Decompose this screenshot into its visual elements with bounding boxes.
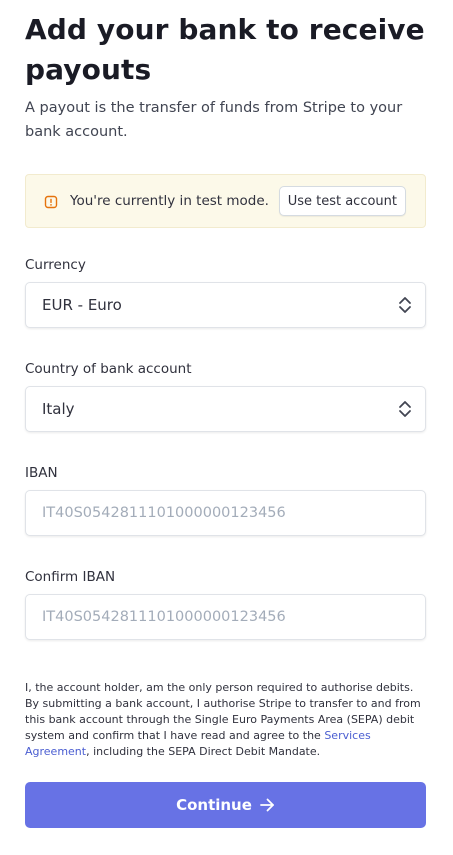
currency-select[interactable]: EUR - Euro xyxy=(25,282,426,328)
payout-bank-form: Add your bank to receive payouts A payou… xyxy=(25,0,426,828)
currency-value: EUR - Euro xyxy=(42,296,122,314)
page-subtitle: A payout is the transfer of funds from S… xyxy=(25,100,403,140)
country-select[interactable]: Italy xyxy=(25,386,426,432)
page-title: Add your bank to receive payouts xyxy=(25,13,425,86)
confirm-iban-input[interactable] xyxy=(42,609,402,625)
legal-text-after: , including the SEPA Direct Debit Mandat… xyxy=(86,745,321,758)
chevron-up-down-icon xyxy=(398,400,412,418)
sepa-mandate-text: I, the account holder, am the only perso… xyxy=(25,680,426,760)
iban-field-wrapper xyxy=(25,490,426,536)
warning-icon xyxy=(44,194,58,209)
currency-label: Currency xyxy=(25,257,86,273)
continue-label: Continue xyxy=(176,796,252,814)
test-mode-text: You're currently in test mode. xyxy=(70,193,269,209)
confirm-iban-label: Confirm IBAN xyxy=(25,569,116,585)
chevron-up-down-icon xyxy=(398,296,412,314)
arrow-right-icon xyxy=(259,797,275,813)
iban-input[interactable] xyxy=(42,505,402,521)
confirm-iban-field-wrapper xyxy=(25,594,426,640)
use-test-account-button[interactable]: Use test account xyxy=(278,186,406,216)
country-label: Country of bank account xyxy=(25,361,192,377)
country-value: Italy xyxy=(42,400,75,418)
continue-button[interactable]: Continue xyxy=(25,782,426,828)
iban-label: IBAN xyxy=(25,465,58,481)
test-mode-notice: You're currently in test mode. Use test … xyxy=(25,174,426,228)
